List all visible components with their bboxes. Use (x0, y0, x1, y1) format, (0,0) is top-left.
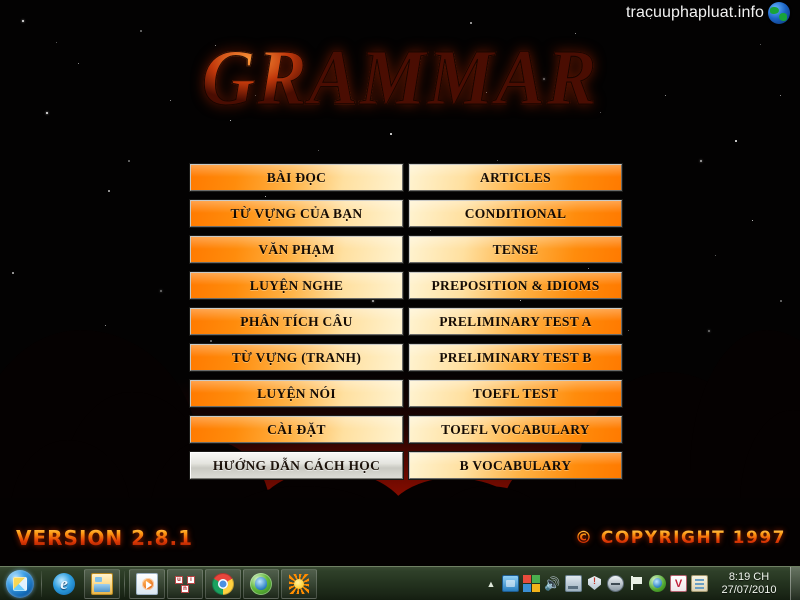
taskbar-unikey-button[interactable]: uin (167, 568, 203, 599)
system-tray: ▲ 🔊 8:19 CH 27/07/2010 (482, 566, 800, 600)
menu-button-right-2[interactable]: CONDITIONAL (409, 200, 622, 227)
taskbar-internet-explorer-button[interactable] (46, 569, 82, 599)
menu-button-left-8[interactable]: CÀI ĐẶT (190, 416, 403, 443)
menu-button-label: TOEFL TEST (472, 385, 559, 401)
menu-button-label: LUYỆN NGHE (249, 277, 344, 293)
tray-notepad-icon[interactable] (691, 575, 708, 592)
taskbar-media-player-button[interactable] (129, 568, 165, 599)
clock-time: 8:19 CH (728, 570, 770, 583)
menu-button-label: PHÂN TÍCH CÂU (240, 313, 353, 329)
quick-launch-group (45, 568, 121, 599)
tray-action-center-icon[interactable] (586, 575, 603, 592)
grammar-app-icon (288, 573, 310, 595)
taskbar-grammar-button[interactable] (281, 568, 317, 599)
main-menu: BÀI ĐỌC ARTICLES TỪ VỰNG CỦA BẠN CONDITIONA… (190, 164, 622, 479)
menu-button-label: PREPOSITION & IDIOMS (431, 277, 600, 293)
taskbar-divider (41, 570, 42, 597)
show-desktop-button[interactable] (790, 566, 800, 600)
copyright-label: © COPYRIGHT 1997 (574, 528, 786, 548)
watermark: tracuuphapluat.info (626, 2, 790, 24)
globe-icon (768, 2, 790, 24)
menu-button-right-9[interactable]: B VOCABULARY (409, 452, 622, 479)
menu-button-left-3[interactable]: VĂN PHẠM (190, 236, 403, 263)
menu-button-label: PRELIMINARY TEST B (439, 349, 592, 365)
menu-button-label: TỪ VỰNG (TRANH) (231, 349, 362, 365)
menu-button-left-1[interactable]: BÀI ĐỌC (190, 164, 403, 191)
tray-volume-icon[interactable]: 🔊 (544, 575, 561, 592)
task-buttons-group: uin (128, 568, 318, 599)
menu-button-right-1[interactable]: ARTICLES (409, 164, 622, 191)
menu-button-right-6[interactable]: PRELIMINARY TEST B (409, 344, 622, 371)
menu-button-label: HƯỚNG DẪN CÁCH HỌC (212, 457, 381, 473)
menu-button-right-8[interactable]: TOEFL VOCABULARY (409, 416, 622, 443)
menu-button-left-6[interactable]: TỪ VỰNG (TRANH) (190, 344, 403, 371)
menu-button-label: TENSE (492, 241, 539, 257)
menu-button-label: CÀI ĐẶT (267, 421, 326, 437)
start-button[interactable] (2, 569, 38, 599)
taskbar-idm-button[interactable] (243, 568, 279, 599)
tray-idm-icon[interactable] (649, 575, 666, 592)
tray-windows-icon[interactable] (523, 575, 540, 592)
version-label: VERSION 2.8.1 (16, 526, 194, 550)
windows-orb-icon (6, 569, 34, 598)
menu-button-label: TOEFL VOCABULARY (441, 421, 590, 437)
tray-v-icon[interactable] (670, 575, 687, 592)
menu-button-right-4[interactable]: PREPOSITION & IDIOMS (409, 272, 622, 299)
menu-button-label: PRELIMINARY TEST A (439, 313, 592, 329)
menu-button-right-5[interactable]: PRELIMINARY TEST A (409, 308, 622, 335)
media-player-icon (136, 572, 158, 595)
tray-network-icon[interactable] (565, 575, 582, 592)
menu-button-label: TỪ VỰNG CỦA BẠN (230, 205, 363, 221)
tray-display-icon[interactable] (502, 575, 519, 592)
menu-button-label: VĂN PHẠM (258, 241, 335, 257)
menu-button-right-7[interactable]: TOEFL TEST (409, 380, 622, 407)
menu-button-left-7[interactable]: LUYỆN NÓI (190, 380, 403, 407)
menu-button-label: BÀI ĐỌC (266, 169, 327, 185)
menu-button-left-5[interactable]: PHÂN TÍCH CÂU (190, 308, 403, 335)
menu-button-label: CONDITIONAL (464, 205, 567, 221)
menu-button-left-4[interactable]: LUYỆN NGHE (190, 272, 403, 299)
taskbar-windows-explorer-button[interactable] (84, 568, 120, 599)
menu-button-right-3[interactable]: TENSE (409, 236, 622, 263)
taskbar-divider-2 (124, 570, 125, 597)
internet-explorer-icon (53, 572, 75, 595)
windows-explorer-icon (91, 572, 113, 595)
menu-button-label: B VOCABULARY (459, 457, 572, 473)
tray-flag-icon[interactable] (628, 575, 645, 592)
screen: GRAMMAR BÀI ĐỌCARTICLESTỪ VỰNG CỦA BẠNCO… (0, 0, 800, 600)
menu-button-label: ARTICLES (480, 169, 551, 185)
taskbar-clock[interactable]: 8:19 CH 27/07/2010 (710, 567, 788, 600)
menu-button-left-2[interactable]: TỪ VỰNG CỦA BẠN (190, 200, 403, 227)
google-chrome-icon (212, 572, 234, 595)
clock-date: 27/07/2010 (721, 583, 777, 596)
tray-circle-icon[interactable] (607, 575, 624, 592)
unikey-icon: uin (174, 573, 196, 595)
grammar-app-window: GRAMMAR BÀI ĐỌCARTICLESTỪ VỰNG CỦA BẠNCO… (0, 0, 800, 566)
menu-button-label: LUYỆN NÓI (257, 385, 336, 401)
tray-overflow-button[interactable]: ▲ (482, 572, 500, 596)
internet-download-manager-icon (250, 572, 272, 595)
menu-button-left-9[interactable]: HƯỚNG DẪN CÁCH HỌC (190, 452, 403, 479)
watermark-text: tracuuphapluat.info (625, 4, 764, 21)
taskbar: uin ▲ 🔊 (0, 566, 800, 600)
taskbar-chrome-button[interactable] (205, 568, 241, 599)
